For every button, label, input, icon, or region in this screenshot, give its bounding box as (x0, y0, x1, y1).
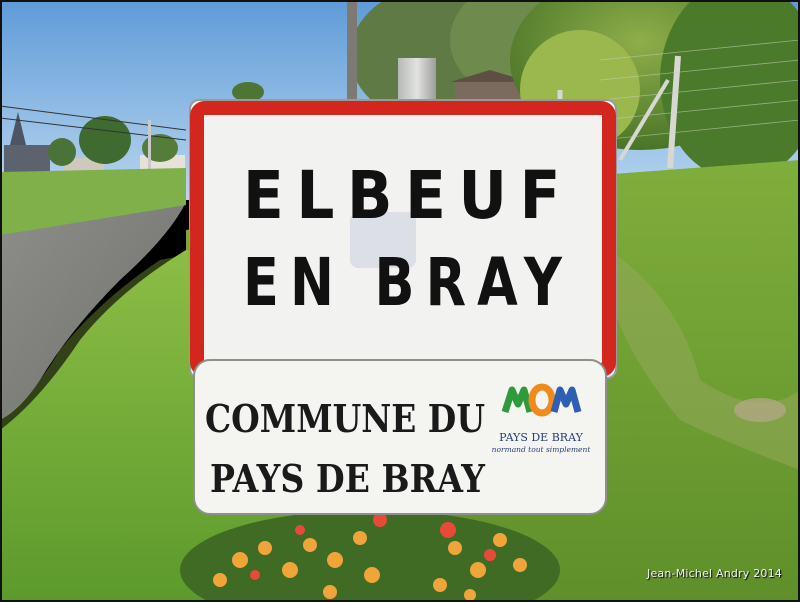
scene: ELBEUF EN BRAY COMMUNE DU PAYS DE BRAY P… (0, 0, 800, 602)
logo-name: PAYS DE BRAY (499, 431, 583, 444)
commune-sign: COMMUNE DU PAYS DE BRAY PAYS DE BRAY nor… (193, 359, 607, 515)
commune-line2: PAYS DE BRAY (210, 456, 486, 501)
photograph: ELBEUF EN BRAY COMMUNE DU PAYS DE BRAY P… (0, 0, 800, 602)
town-name-line1: ELBEUF (243, 157, 573, 234)
town-entrance-sign: ELBEUF EN BRAY (189, 99, 617, 379)
photo-credit: Jean-Michel Andry 2014 (647, 567, 782, 580)
logo-tagline: normand tout simplement (492, 445, 592, 454)
utility-pole (347, 0, 357, 100)
commune-line1: COMMUNE DU (205, 396, 485, 441)
town-name-line2: EN BRAY (243, 244, 573, 321)
